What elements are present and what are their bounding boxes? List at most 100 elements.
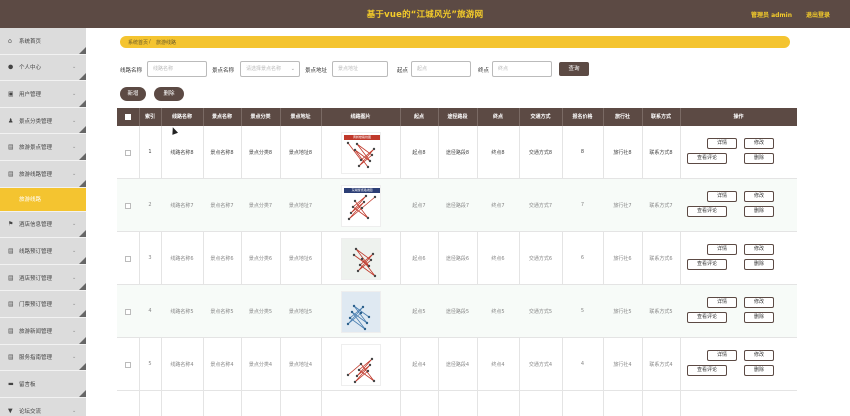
- row-checkbox[interactable]: [125, 255, 131, 262]
- cell-via: 途径路段7: [445, 202, 470, 209]
- sidebar-item[interactable]: ▤ 酒店预订管理 ⌄: [0, 264, 86, 292]
- detail-button[interactable]: 详情: [707, 191, 737, 202]
- view-comments-button[interactable]: 查看评论: [687, 259, 727, 270]
- edit-button[interactable]: 修改: [744, 350, 774, 361]
- table-row: 3 线路名称6 景点名称6 景点分类6 景点地址6 起点6 途径路段6 终点6 交通方式6 6 旅行…: [117, 232, 797, 285]
- sidebar-item-label: 个人中心: [19, 65, 42, 72]
- edit-button[interactable]: 修改: [744, 297, 774, 308]
- route-stop-dot: [346, 322, 350, 326]
- sidebar-item-label: 论坛交流: [19, 408, 42, 415]
- sidebar-item[interactable]: ▤ 服务指南管理 ⌄: [0, 344, 86, 372]
- route-image[interactable]: 东湖游览路线图: [341, 185, 381, 227]
- route-line: [347, 305, 370, 330]
- sidebar-item[interactable]: ▼ 论坛交流 ⌄: [0, 397, 86, 416]
- folder-icon: ▤: [8, 247, 14, 255]
- cell-end: 终点4: [491, 361, 505, 368]
- header-divider: [519, 108, 520, 126]
- cell-start: 起点4: [412, 361, 426, 368]
- sidebar-item[interactable]: 旅游线路: [0, 187, 86, 212]
- column-header: 景点名称: [211, 114, 232, 120]
- detail-button[interactable]: 详情: [707, 138, 737, 149]
- corner-triangle-icon: [79, 73, 86, 81]
- delete-button[interactable]: 删除: [744, 365, 774, 376]
- route-stop-dot: [364, 194, 368, 198]
- chevron-down-icon: ⌄: [72, 90, 77, 97]
- sidebar-item[interactable]: ♟ 景点分类管理 ⌄: [0, 107, 86, 135]
- delete-selected-button[interactable]: 删除: [154, 87, 184, 101]
- route-image[interactable]: [341, 344, 381, 386]
- cell-cat: 景点分类4: [248, 361, 273, 368]
- breadcrumb-home[interactable]: 系统首页: [128, 39, 148, 46]
- route-stop-dot: [368, 363, 372, 367]
- row-checkbox[interactable]: [125, 308, 131, 315]
- header-divider: [438, 108, 439, 126]
- edit-button[interactable]: 修改: [744, 244, 774, 255]
- spot-address-label: 景点地址: [305, 68, 328, 74]
- sidebar-item[interactable]: ▤ 线路预订管理 ⌄: [0, 238, 86, 265]
- sidebar-item[interactable]: ⌂ 系统首页: [0, 28, 86, 55]
- route-stop-dot: [366, 216, 370, 220]
- sidebar-item[interactable]: ▤ 旅游新闻管理 ⌄: [0, 317, 86, 345]
- query-button[interactable]: 查询: [559, 62, 589, 76]
- route-name-input[interactable]: 线路名称: [147, 61, 207, 77]
- cell-spot: 景点名称8: [210, 149, 234, 156]
- row-checkbox[interactable]: [125, 149, 131, 156]
- column-header: 起点: [413, 114, 424, 120]
- sidebar-item[interactable]: ⚑ 酒店信息管理 ⌄: [0, 211, 86, 239]
- route-stop-dot: [361, 305, 365, 309]
- start-input[interactable]: 起点: [411, 61, 471, 77]
- cell-addr: 景点地址5: [288, 308, 313, 315]
- route-stop-dot: [373, 274, 377, 278]
- detail-button[interactable]: 详情: [707, 244, 737, 255]
- cell-route: 线路名称6: [170, 255, 194, 262]
- add-button[interactable]: 新增: [120, 87, 146, 101]
- route-stop-dot: [352, 304, 356, 308]
- sidebar-item[interactable]: ▤ 旅游景点管理 ⌄: [0, 134, 86, 161]
- delete-button[interactable]: 删除: [744, 259, 774, 270]
- sidebar-item[interactable]: ▤ 旅游线路管理 ⌄: [0, 160, 86, 188]
- view-comments-button[interactable]: 查看评论: [687, 153, 727, 164]
- select-all-checkbox[interactable]: [125, 114, 131, 120]
- cell-end: 终点7: [491, 202, 505, 209]
- cell-start: 起点5: [412, 308, 426, 315]
- route-image[interactable]: [341, 291, 381, 333]
- route-map-drawing: [346, 141, 376, 169]
- route-image[interactable]: 黄鹤楼路线图: [341, 132, 381, 174]
- row-checkbox[interactable]: [125, 202, 131, 209]
- sidebar-item[interactable]: ▣ 用户管理 ⌄: [0, 81, 86, 108]
- detail-button[interactable]: 详情: [707, 350, 737, 361]
- site-title: 基于vue的“江城风光”旅游网: [366, 10, 484, 20]
- route-stop-dot: [359, 362, 363, 366]
- detail-button[interactable]: 详情: [707, 297, 737, 308]
- corner-triangle-icon: [79, 126, 86, 134]
- admin-user-label[interactable]: 管理员 admin: [751, 10, 792, 19]
- folder-icon: ▤: [8, 353, 14, 361]
- logout-link[interactable]: 退出登录: [806, 10, 830, 19]
- edit-button[interactable]: 修改: [744, 191, 774, 202]
- end-input[interactable]: 终点: [492, 61, 552, 77]
- cell-contact: 联系方式7: [649, 202, 673, 209]
- sidebar-item[interactable]: ▤ 门票预订管理 ⌄: [0, 291, 86, 318]
- edit-button[interactable]: 修改: [744, 138, 774, 149]
- cell-cat: 景点分类5: [248, 308, 273, 315]
- sidebar-item[interactable]: ● 个人中心 ⌄: [0, 54, 86, 82]
- cell-via: 途径路段6: [445, 255, 470, 262]
- delete-button[interactable]: 删除: [744, 312, 774, 323]
- view-comments-button[interactable]: 查看评论: [687, 312, 727, 323]
- spot-name-select[interactable]: 请选择景点名称 ⌄: [240, 61, 300, 77]
- cell-price: 5: [580, 307, 585, 314]
- route-stop-dot: [350, 310, 354, 314]
- column-header: 交通方式: [530, 114, 551, 120]
- cell-price: 7: [580, 201, 585, 208]
- sidebar-item[interactable]: ▬ 留言板: [0, 371, 86, 398]
- column-header: 联系方式: [650, 114, 671, 120]
- view-comments-button[interactable]: 查看评论: [687, 206, 727, 217]
- view-comments-button[interactable]: 查看评论: [687, 365, 727, 376]
- spot-address-input[interactable]: 景点地址: [332, 61, 388, 77]
- delete-button[interactable]: 删除: [744, 153, 774, 164]
- route-image[interactable]: [341, 238, 381, 280]
- corner-triangle-icon: [79, 179, 86, 187]
- delete-button[interactable]: 删除: [744, 206, 774, 217]
- route-stop-dot: [370, 153, 374, 157]
- row-checkbox[interactable]: [125, 361, 131, 368]
